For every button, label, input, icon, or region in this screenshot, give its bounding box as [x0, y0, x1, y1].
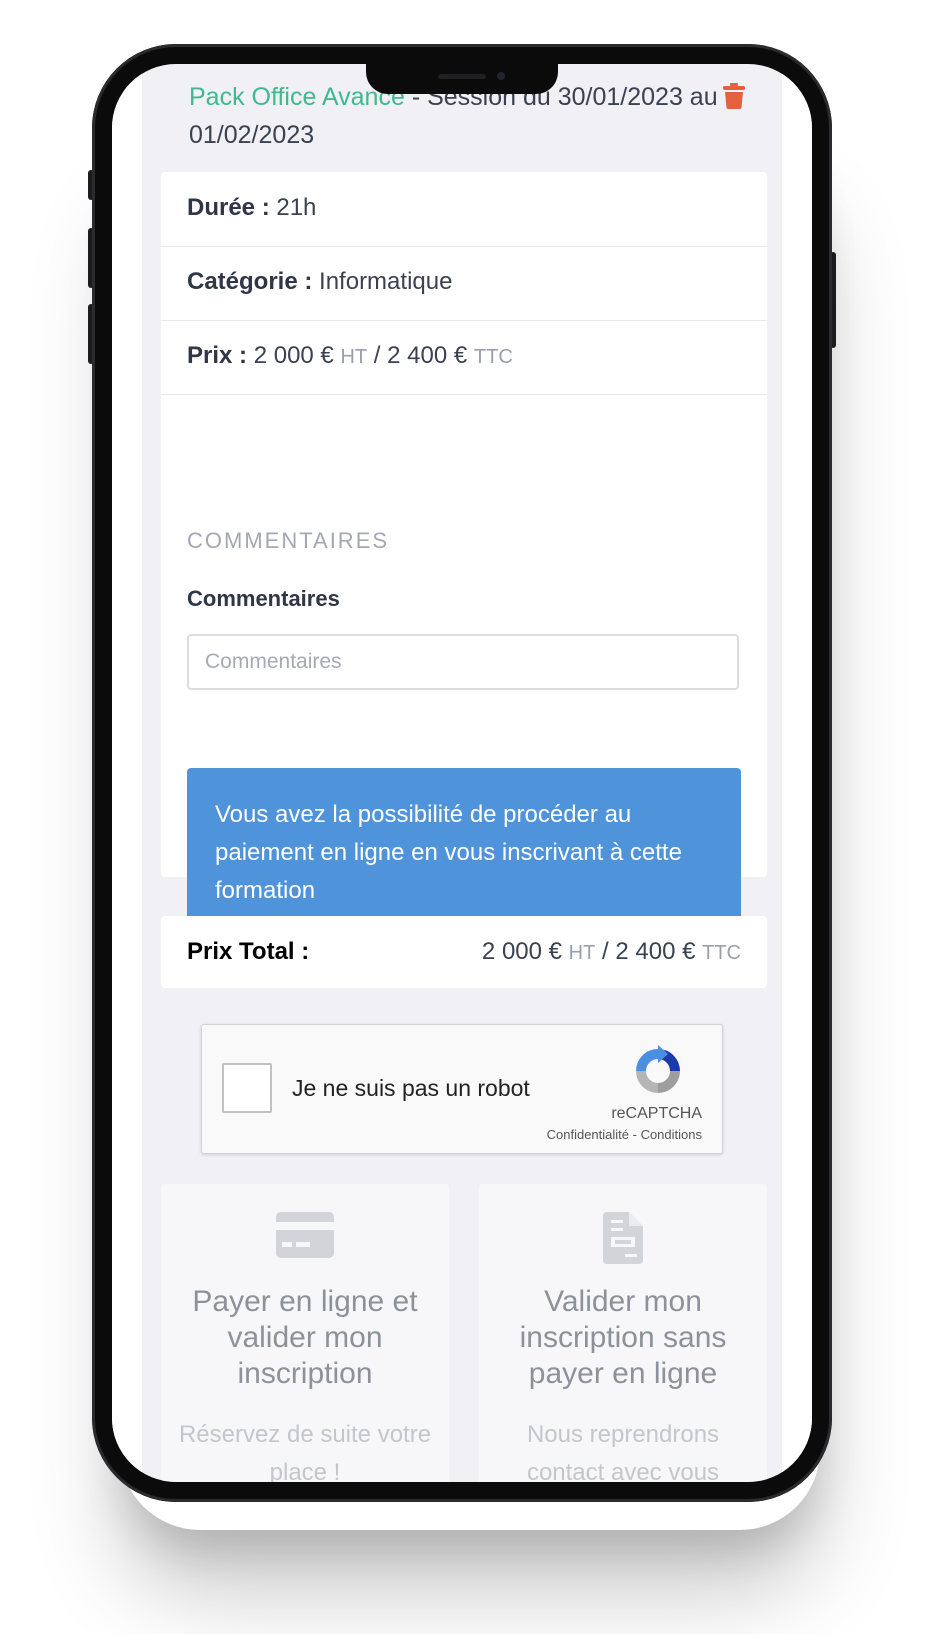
register-without-payment-subtitle: Nous reprendrons contact avec vous	[526, 1421, 720, 1482]
ttc-suffix: TTC	[473, 346, 513, 368]
pay-online-title: Payer en ligne et valider mon inscriptio…	[192, 1285, 418, 1390]
recaptcha-checkbox[interactable]	[222, 1063, 272, 1113]
comments-input[interactable]	[187, 634, 739, 690]
document-icon	[603, 1212, 643, 1264]
total-ht-suffix: HT	[568, 942, 596, 964]
screen-edge-left	[112, 64, 142, 1482]
online-payment-info-alert: Vous avez la possibilité de procéder au …	[187, 768, 741, 940]
register-without-payment-option[interactable]: Valider mon inscription sans payer en li…	[479, 1184, 767, 1482]
total-price-ttc: 2 400 €	[615, 938, 696, 965]
recaptcha-brand: reCAPTCHA	[611, 1105, 702, 1122]
pay-online-subtitle: Réservez de suite votre place !	[178, 1421, 432, 1482]
price-row: Prix : 2 000 € HT / 2 400 € TTC	[161, 320, 767, 395]
price-ttc: 2 400 €	[387, 342, 468, 369]
recaptcha-links[interactable]: Confidentialité - Conditions	[547, 1127, 702, 1142]
recaptcha-label: Je ne suis pas un robot	[292, 1075, 530, 1101]
duration-row: Durée : 21h	[161, 172, 767, 247]
recaptcha-logo-icon	[636, 1045, 680, 1093]
ht-suffix: HT	[340, 346, 368, 368]
credit-card-icon	[276, 1212, 334, 1258]
recaptcha-widget: Je ne suis pas un robot reCAPTCHA Confid…	[201, 1024, 723, 1154]
phone-screen: Pack Office Avance - Session du 30/01/20…	[112, 64, 812, 1482]
order-details-card: Durée : 21h Catégorie : Informatique Pri…	[161, 172, 767, 940]
duration-value: 21h	[276, 194, 317, 221]
price-ht: 2 000 €	[253, 342, 334, 369]
comments-section-title: COMMENTAIRES	[187, 528, 390, 553]
trash-icon[interactable]	[723, 83, 745, 109]
pay-online-option[interactable]: Payer en ligne et valider mon inscriptio…	[161, 1184, 449, 1482]
price-separator: /	[367, 342, 388, 369]
register-without-payment-title: Valider mon inscription sans payer en li…	[519, 1285, 727, 1390]
total-price-card: Prix Total : 2 000 € HT / 2 400 € TTC	[161, 916, 767, 988]
category-row: Catégorie : Informatique	[161, 246, 767, 321]
total-ttc-suffix: TTC	[702, 942, 741, 964]
total-price-ht: 2 000 €	[481, 938, 562, 965]
comments-field-label: Commentaires	[187, 586, 340, 611]
speaker	[438, 74, 486, 79]
camera	[497, 72, 505, 80]
category-label: Catégorie :	[187, 268, 320, 295]
notch	[366, 64, 558, 94]
total-separator: /	[595, 938, 616, 965]
total-price-value: 2 000 € HT / 2 400 € TTC	[482, 938, 741, 966]
category-value: Informatique	[319, 268, 453, 295]
screen-edge-right	[782, 64, 812, 1482]
total-price-label: Prix Total :	[187, 938, 310, 965]
price-label: Prix :	[187, 342, 254, 369]
duration-label: Durée :	[187, 194, 277, 221]
